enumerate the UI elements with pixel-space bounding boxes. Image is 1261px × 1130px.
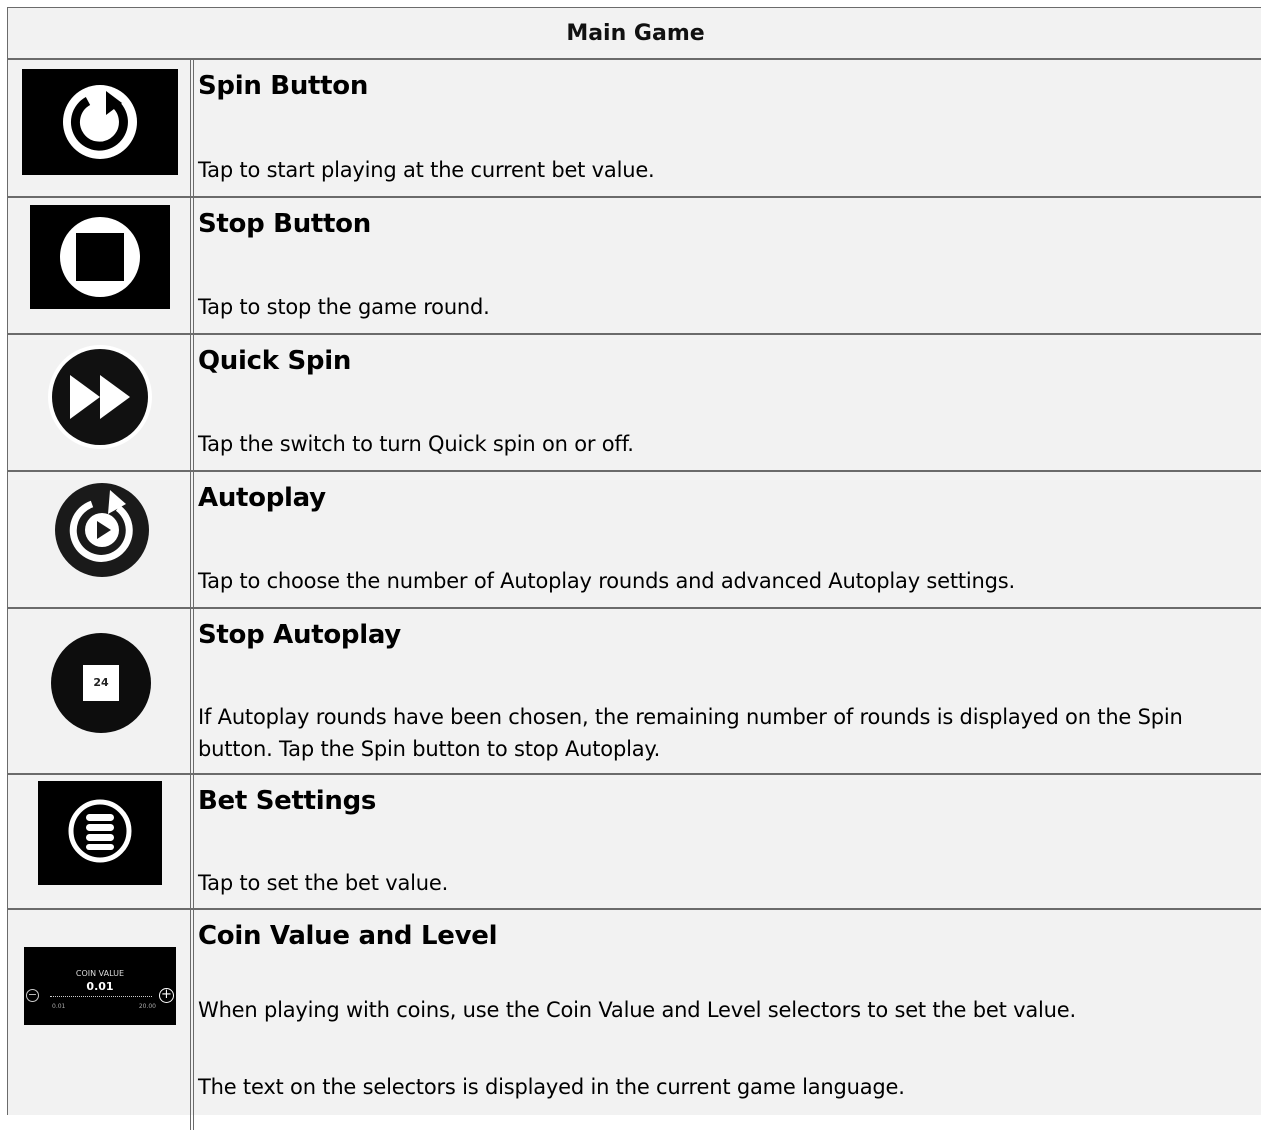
table-row: Autoplay Tap to choose the number of Aut… xyxy=(8,472,1261,609)
text-cell: Stop Autoplay If Autoplay rounds have be… xyxy=(193,609,1261,773)
slider-track[interactable] xyxy=(50,996,152,997)
item-title: Stop Button xyxy=(198,209,371,239)
item-title: Autoplay xyxy=(198,483,326,513)
table-row: Quick Spin Tap the switch to turn Quick … xyxy=(8,335,1261,472)
table-row: 24 Stop Autoplay If Autoplay rounds have… xyxy=(8,609,1261,775)
icon-cell xyxy=(8,60,191,196)
item-description: Tap to stop the game round. xyxy=(198,295,490,319)
minus-icon[interactable]: − xyxy=(26,989,39,1002)
stop-icon xyxy=(30,205,170,309)
icon-cell xyxy=(8,775,191,908)
stop-autoplay-icon: 24 xyxy=(49,631,153,735)
quick-spin-icon xyxy=(46,343,154,451)
slider-min-label: 0.01 xyxy=(52,1003,66,1010)
text-cell: Bet Settings Tap to set the bet value. xyxy=(193,775,1261,908)
icon-cell: COIN VALUE 0.01 − + 0.01 20.00 xyxy=(8,910,191,1130)
item-title: Stop Autoplay xyxy=(198,620,401,650)
item-description: Tap to start playing at the current bet … xyxy=(198,158,655,182)
coin-value-icon: COIN VALUE 0.01 − + 0.01 20.00 xyxy=(24,947,176,1025)
text-cell: Stop Button Tap to stop the game round. xyxy=(193,198,1261,333)
table-row: COIN VALUE 0.01 − + 0.01 20.00 Coin Valu… xyxy=(8,910,1261,1130)
icon-cell xyxy=(8,198,191,333)
bet-settings-icon xyxy=(38,781,162,885)
table-row: Bet Settings Tap to set the bet value. xyxy=(8,775,1261,910)
text-cell: Coin Value and Level When playing with c… xyxy=(193,910,1261,1130)
item-description: Tap to choose the number of Autoplay rou… xyxy=(198,569,1016,593)
item-description: Tap the switch to turn Quick spin on or … xyxy=(198,432,634,456)
item-title: Spin Button xyxy=(198,71,369,101)
text-cell: Quick Spin Tap the switch to turn Quick … xyxy=(193,335,1261,470)
rounds-remaining-badge: 24 xyxy=(93,676,109,689)
coin-value-amount: 0.01 xyxy=(86,980,114,993)
icon-cell xyxy=(8,472,191,607)
table-row: Stop Button Tap to stop the game round. xyxy=(8,198,1261,335)
coin-value-label: COIN VALUE xyxy=(75,969,125,978)
main-game-table: Main Game Spin Button Tap to start playi… xyxy=(7,7,1261,1130)
item-title: Bet Settings xyxy=(198,786,377,816)
item-description: Tap to set the bet value. xyxy=(198,871,449,895)
slider-max-label: 20.00 xyxy=(138,1003,156,1010)
plus-icon[interactable]: + xyxy=(159,988,174,1003)
icon-cell xyxy=(8,335,191,470)
spin-icon xyxy=(22,69,178,175)
icon-cell: 24 xyxy=(8,609,191,773)
autoplay-icon xyxy=(52,478,152,578)
item-title: Coin Value and Level xyxy=(198,921,498,951)
item-title: Quick Spin xyxy=(198,346,352,376)
item-description-2: The text on the selectors is displayed i… xyxy=(198,1075,905,1099)
item-description: If Autoplay rounds have been chosen, the… xyxy=(198,705,1183,761)
table-row: Spin Button Tap to start playing at the … xyxy=(8,60,1261,198)
text-cell: Autoplay Tap to choose the number of Aut… xyxy=(193,472,1261,607)
text-cell: Spin Button Tap to start playing at the … xyxy=(193,60,1261,196)
table-title: Main Game xyxy=(8,8,1261,60)
item-description: When playing with coins, use the Coin Va… xyxy=(198,998,1076,1022)
